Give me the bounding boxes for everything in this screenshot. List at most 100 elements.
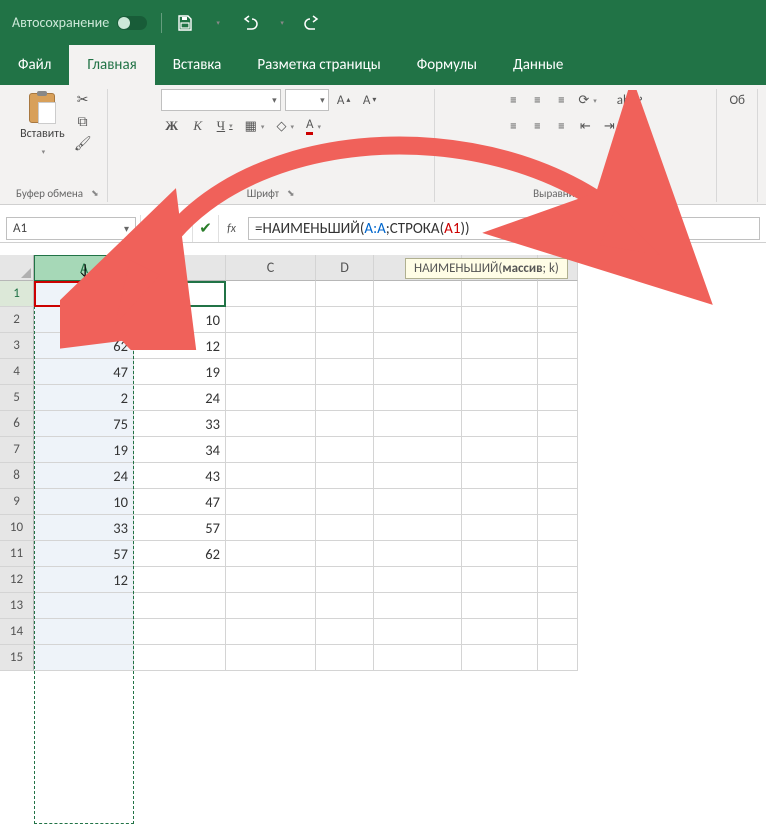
cell-C4[interactable] [226,359,316,385]
cell-E9[interactable] [374,489,462,515]
cell-G4[interactable] [538,359,578,385]
cell-D6[interactable] [316,411,374,437]
cell-A7[interactable]: 19 [34,437,134,463]
cell-C5[interactable] [226,385,316,411]
cell-F3[interactable] [462,333,538,359]
cell-E7[interactable] [374,437,462,463]
cell-C2[interactable] [226,307,316,333]
cell-A5[interactable]: 2 [34,385,134,411]
align-top-icon[interactable]: ≡ [502,89,524,111]
tab-insert[interactable]: Вставка [155,45,240,85]
cell-D4[interactable] [316,359,374,385]
worksheet-grid[interactable]: НАИМЕНЬШИЙ(массив; k) ABCDEFG143A:A;2341… [0,255,766,671]
cell-A2[interactable]: 34 [34,307,134,333]
cell-B3[interactable]: 12 [134,333,226,359]
cell-F5[interactable] [462,385,538,411]
undo-dropdown-icon[interactable] [272,14,290,32]
formula-input[interactable]: =НАИМЕНЬШИЙ(A:A;СТРОКА(A1)) [248,217,760,240]
cell-B1[interactable]: A:A; [134,281,226,307]
cell-F10[interactable] [462,515,538,541]
align-center-icon[interactable]: ≡ [526,115,548,137]
cell-E6[interactable] [374,411,462,437]
cell-D7[interactable] [316,437,374,463]
cell-E8[interactable] [374,463,462,489]
cell-A15[interactable] [34,645,134,671]
cell-A4[interactable]: 47 [34,359,134,385]
cell-F14[interactable] [462,619,538,645]
cell-D11[interactable] [316,541,374,567]
tab-home[interactable]: Главная [69,45,154,85]
align-right-icon[interactable]: ≡ [550,115,572,137]
cell-C13[interactable] [226,593,316,619]
cell-B5[interactable]: 24 [134,385,226,411]
cell-B2[interactable]: 10 [134,307,226,333]
cell-E5[interactable] [374,385,462,411]
cell-A14[interactable] [34,619,134,645]
row-header-4[interactable]: 4 [0,359,34,385]
cell-B12[interactable] [134,567,226,593]
cell-F1[interactable] [462,281,538,307]
cell-A3[interactable]: 62 [34,333,134,359]
cell-E13[interactable] [374,593,462,619]
cell-G15[interactable] [538,645,578,671]
decrease-indent-icon[interactable]: ⇤ [574,115,596,137]
tab-page-layout[interactable]: Разметка страницы [239,45,398,85]
fx-icon[interactable]: fx [218,215,244,242]
font-size-combo[interactable] [285,89,329,111]
cell-A11[interactable]: 57 [34,541,134,567]
cell-F8[interactable] [462,463,538,489]
cell-A8[interactable]: 24 [34,463,134,489]
cell-G13[interactable] [538,593,578,619]
cell-B13[interactable] [134,593,226,619]
cell-B15[interactable] [134,645,226,671]
row-header-9[interactable]: 9 [0,489,34,515]
cell-D15[interactable] [316,645,374,671]
font-name-combo[interactable] [161,89,281,111]
copy-icon[interactable]: ⧉ [71,111,95,131]
cell-E15[interactable] [374,645,462,671]
cell-G8[interactable] [538,463,578,489]
cell-G5[interactable] [538,385,578,411]
orientation-icon[interactable]: ⟳ [574,89,600,111]
cell-F13[interactable] [462,593,538,619]
cell-E14[interactable] [374,619,462,645]
row-header-10[interactable]: 10 [0,515,34,541]
cell-G9[interactable] [538,489,578,515]
cell-D2[interactable] [316,307,374,333]
cell-D3[interactable] [316,333,374,359]
row-header-2[interactable]: 2 [0,307,34,333]
cell-B10[interactable]: 57 [134,515,226,541]
cell-F4[interactable] [462,359,538,385]
cell-B14[interactable] [134,619,226,645]
cell-B8[interactable]: 43 [134,463,226,489]
column-header-D[interactable]: D [316,255,374,281]
underline-button[interactable]: Ч [213,115,237,137]
cell-B4[interactable]: 19 [134,359,226,385]
cell-C15[interactable] [226,645,316,671]
redo-icon[interactable] [304,14,322,32]
cell-C9[interactable] [226,489,316,515]
increase-indent-icon[interactable]: ⇥ [598,115,620,137]
cell-B9[interactable]: 47 [134,489,226,515]
fill-color-icon[interactable]: ◇ [272,115,298,137]
cell-F11[interactable] [462,541,538,567]
row-header-12[interactable]: 12 [0,567,34,593]
row-header-1[interactable]: 1 [0,281,34,307]
cell-C12[interactable] [226,567,316,593]
cell-F6[interactable] [462,411,538,437]
tab-file[interactable]: Файл [0,45,69,85]
cell-G12[interactable] [538,567,578,593]
cell-G1[interactable] [538,281,578,307]
cell-A6[interactable]: 75 [34,411,134,437]
increase-font-icon[interactable]: A▴ [333,89,355,111]
cell-F12[interactable] [462,567,538,593]
cell-B7[interactable]: 34 [134,437,226,463]
cell-E3[interactable] [374,333,462,359]
row-header-14[interactable]: 14 [0,619,34,645]
paste-button[interactable]: Вставить [20,127,65,141]
cancel-icon[interactable]: ✕ [166,215,192,242]
cell-C11[interactable] [226,541,316,567]
cell-D9[interactable] [316,489,374,515]
row-header-7[interactable]: 7 [0,437,34,463]
cell-A1[interactable]: 43 [34,281,134,307]
